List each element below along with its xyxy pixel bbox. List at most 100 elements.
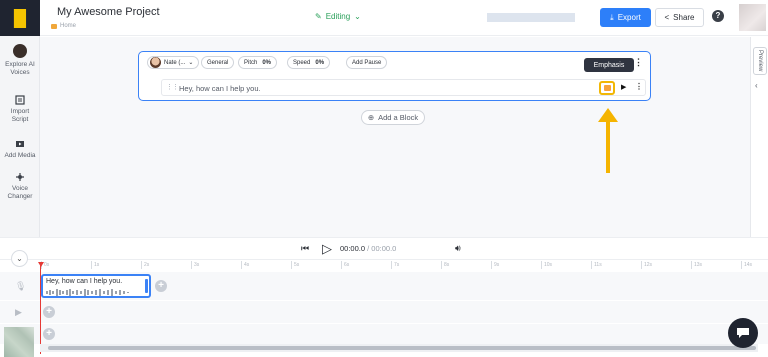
breadcrumb-home[interactable]: Home <box>60 23 76 29</box>
ruler-tick: 10s <box>541 261 552 269</box>
logo-mark-icon: ▐▌ <box>7 8 33 28</box>
block-more-icon[interactable]: ⋮ <box>634 57 643 68</box>
chevron-down-icon: ⌄ <box>188 60 194 66</box>
import-icon <box>15 95 25 105</box>
ruler-tick: 3s <box>191 261 199 269</box>
drag-handle-icon[interactable]: ⋮⋮ <box>166 83 179 91</box>
add-block-button[interactable]: ⊕ Add a Block <box>361 110 425 125</box>
voice-clip[interactable]: Hey, how can I help you. <box>41 274 151 298</box>
mode-label: Editing <box>325 12 351 21</box>
microphone-icon: 🎙︎ <box>15 281 27 291</box>
text-row: ⋮⋮ Hey, how can I help you. ▶ ⋮ <box>161 79 646 96</box>
ruler-tick: 14s <box>741 261 752 269</box>
media-icon <box>16 141 24 147</box>
voice-block[interactable]: Nate (... ⌄ General Pitch 0% Speed 0% Ad… <box>138 51 651 101</box>
sidebar-item-label: Import <box>10 108 30 115</box>
pitch-label: Pitch <box>244 59 258 66</box>
skip-back-icon[interactable]: ⏮ <box>301 243 309 254</box>
media-track <box>0 324 768 344</box>
ruler-tick: 12s <box>641 261 652 269</box>
help-icon[interactable]: ? <box>712 10 724 22</box>
time-display: 00:00.0 / 00:00.0 <box>340 244 396 253</box>
ruler-tick: 2s <box>141 261 149 269</box>
export-label: Export <box>617 13 641 22</box>
project-title[interactable]: My Awesome Project <box>57 6 160 18</box>
pencil-icon: ✎ <box>315 12 322 21</box>
ruler-tick: 4s <box>241 261 249 269</box>
sidebar-item-add-media[interactable]: Add Media <box>0 139 40 160</box>
avatar-icon <box>13 44 27 58</box>
ruler-tick: 8s <box>441 261 449 269</box>
current-time: 00:00.0 <box>340 244 366 253</box>
speed-label: Speed <box>293 59 311 66</box>
volume-icon[interactable]: 🔊︎ <box>455 243 461 254</box>
sidebar-item-label: Add Media <box>4 152 36 159</box>
chat-bubble-icon <box>737 328 749 338</box>
voice-selector[interactable]: Nate (... ⌄ <box>147 56 200 69</box>
play-block-icon[interactable]: ▶ <box>621 83 626 91</box>
left-rail: ▐▌ Explore AI Voices Import Script Add M… <box>0 0 40 237</box>
player-bar: ⏮ ▷ 00:00.0 / 00:00.0 🔊︎ <box>0 237 768 259</box>
top-bar: My Awesome Project Home ✎ Editing ⌄ ⤓ Ex… <box>40 0 768 36</box>
play-icon[interactable]: ▷ <box>322 241 332 257</box>
chevron-down-icon: ⌄ <box>354 12 361 21</box>
media-thumbnail[interactable] <box>4 327 34 357</box>
folder-icon <box>51 23 57 29</box>
sidebar-item-label: Script <box>11 116 29 123</box>
preview-toggle[interactable]: Preview <box>753 47 767 75</box>
export-button[interactable]: ⤓ Export <box>600 8 651 27</box>
mode-dropdown[interactable]: ✎ Editing ⌄ <box>315 12 361 21</box>
timeline-scrollbar[interactable] <box>40 344 758 352</box>
video-track: ▶ <box>0 301 768 323</box>
waveform-icon <box>46 289 129 296</box>
plus-circle-icon: ⊕ <box>367 113 375 122</box>
clip-resize-handle[interactable] <box>145 279 148 293</box>
ruler-tick: 6s <box>341 261 349 269</box>
total-time: 00:00.0 <box>371 244 397 253</box>
editor-canvas: Nate (... ⌄ General Pitch 0% Speed 0% Ad… <box>40 37 750 237</box>
emphasis-icon <box>603 85 611 91</box>
clip-text: Hey, how can I help you. <box>46 278 123 285</box>
collapse-timeline-button[interactable]: ⌄ <box>11 250 28 267</box>
download-icon: ⤓ <box>610 12 614 22</box>
ruler-tick: 9s <box>491 261 499 269</box>
row-more-icon[interactable]: ⋮ <box>635 82 643 91</box>
style-selector[interactable]: General <box>201 56 235 69</box>
voice-name: Nate (... <box>164 59 186 66</box>
redacted-bar <box>487 13 575 22</box>
scrollbar-thumb[interactable] <box>48 346 756 350</box>
ruler-tick: 13s <box>691 261 702 269</box>
video-camera-icon: ▶ <box>15 307 22 317</box>
share-button[interactable]: < Share <box>655 8 704 27</box>
speed-value: 0% <box>315 59 325 66</box>
block-text-input[interactable]: Hey, how can I help you. <box>179 84 261 93</box>
sidebar-item-voice-changer[interactable]: Voice Changer <box>0 172 40 201</box>
add-video-button[interactable]: + <box>43 306 55 318</box>
emphasis-tooltip: Emphasis <box>584 58 634 72</box>
sidebar-item-label: Voices <box>10 69 30 76</box>
add-media-button[interactable]: + <box>43 328 55 340</box>
chevron-left-icon[interactable]: ‹ <box>755 81 758 90</box>
sidebar-item-label: Voice <box>12 185 28 192</box>
chat-support-button[interactable] <box>728 318 758 348</box>
user-avatar[interactable] <box>739 4 766 31</box>
timeline-ruler[interactable]: 0s 1s 2s 3s 4s 5s 6s 7s 8s 9s 10s 11s 12s 13s 14s <box>0 259 768 271</box>
sidebar-item-label: Explore AI <box>5 61 35 68</box>
emphasis-button[interactable] <box>599 81 615 95</box>
playhead[interactable] <box>40 262 41 354</box>
add-pause-label: Add Pause <box>352 59 382 66</box>
add-clip-button[interactable]: + <box>155 280 167 292</box>
share-icon: < <box>664 13 670 22</box>
preview-panel-tab: Preview ‹ <box>750 37 768 259</box>
ruler-tick: 5s <box>291 261 299 269</box>
speed-control[interactable]: Speed 0% <box>287 56 331 69</box>
pitch-control[interactable]: Pitch 0% <box>238 56 278 69</box>
playhead-marker[interactable] <box>38 262 44 267</box>
add-pause-button[interactable]: Add Pause <box>346 56 388 69</box>
ruler-tick: 11s <box>591 261 602 269</box>
sidebar-item-import-script[interactable]: Import Script <box>0 95 40 124</box>
sidebar-item-explore-voices[interactable]: Explore AI Voices <box>0 44 40 77</box>
app-logo[interactable]: ▐▌ <box>0 0 40 36</box>
voice-avatar <box>150 57 161 68</box>
breadcrumb[interactable]: Home <box>51 23 76 29</box>
